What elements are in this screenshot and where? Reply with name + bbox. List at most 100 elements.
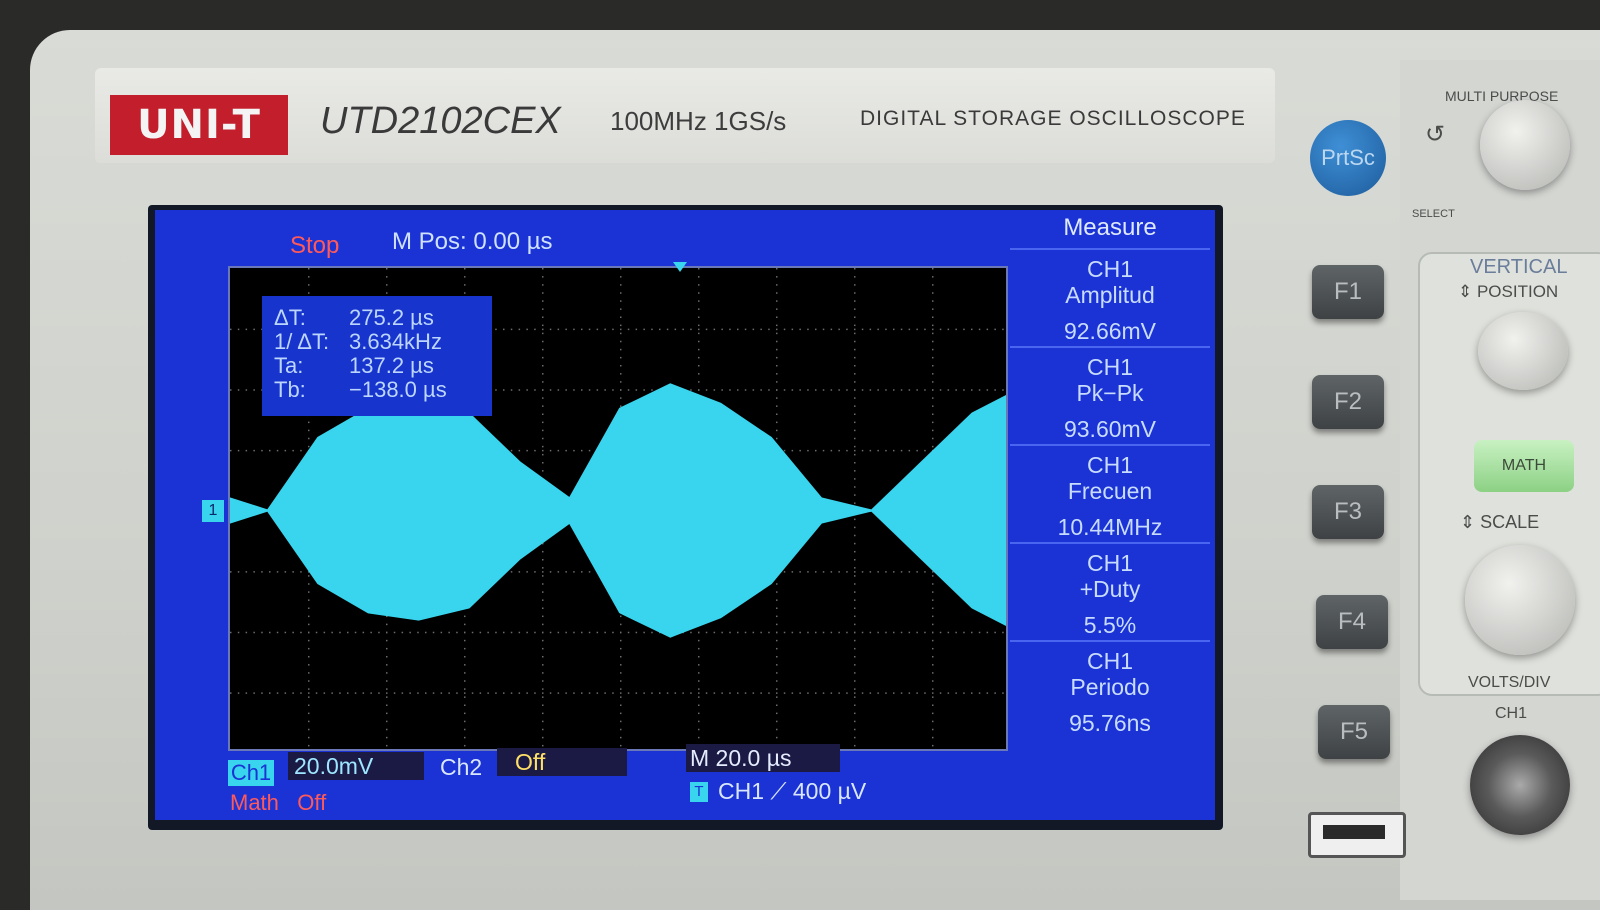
grid-dot — [776, 713, 778, 715]
grid-dot — [698, 688, 700, 690]
grid-dot — [698, 317, 700, 319]
grid-dot — [433, 692, 435, 694]
grid-dot — [698, 276, 700, 278]
grid-dot — [308, 430, 310, 432]
grid-dot — [776, 438, 778, 440]
grid-dot — [698, 381, 700, 383]
volts-div-knob[interactable] — [1465, 545, 1575, 655]
grid-dot — [308, 737, 310, 739]
grid-dot — [932, 571, 934, 573]
grid-dot — [776, 692, 778, 694]
grid-dot — [932, 688, 934, 690]
grid-dot — [932, 705, 934, 707]
grid-dot — [573, 329, 575, 331]
grid-dot — [862, 692, 864, 694]
grid-dot — [464, 268, 466, 270]
grid-dot — [542, 450, 544, 452]
grid-dot — [854, 373, 856, 375]
grid-dot — [589, 692, 591, 694]
multi-purpose-knob[interactable] — [1480, 100, 1570, 190]
grid-dot — [955, 692, 957, 694]
measure-source: CH1 — [1010, 354, 1210, 380]
grid-dot — [542, 422, 544, 424]
grid-dot — [386, 664, 388, 666]
grid-dot — [768, 329, 770, 331]
grid-dot — [815, 692, 817, 694]
measure-value: 93.60mV — [1010, 416, 1210, 442]
grid-dot — [854, 341, 856, 343]
grid-dot — [877, 692, 879, 694]
grid-dot — [940, 389, 942, 391]
position-knob[interactable] — [1478, 312, 1568, 390]
grid-dot — [870, 632, 872, 634]
grid-dot — [308, 438, 310, 440]
grid-dot — [550, 632, 552, 634]
grid-dot — [386, 284, 388, 286]
grid-dot — [838, 692, 840, 694]
scale-label: ⇕ SCALE — [1460, 512, 1539, 533]
grid-dot — [558, 692, 560, 694]
grid-dot — [573, 450, 575, 452]
grid-dot — [776, 430, 778, 432]
grid-dot — [651, 389, 653, 391]
grid-dot — [932, 365, 934, 367]
grid-dot — [308, 696, 310, 698]
measure-source: CH1 — [1010, 256, 1210, 282]
grid-dot — [932, 721, 934, 723]
grid-dot — [776, 680, 778, 682]
grid-dot — [542, 688, 544, 690]
grid-dot — [550, 389, 552, 391]
f4-button[interactable]: F4 — [1316, 595, 1388, 649]
grid-dot — [815, 632, 817, 634]
grid-dot — [409, 632, 411, 634]
grid-dot — [854, 397, 856, 399]
grid-dot — [932, 341, 934, 343]
grid-dot — [854, 737, 856, 739]
timebase: M 20.0 µs — [686, 744, 840, 772]
grid-dot — [948, 389, 950, 391]
grid-dot — [870, 389, 872, 391]
grid-dot — [698, 680, 700, 682]
ch2-state: Off — [497, 748, 627, 776]
grid-dot — [355, 692, 357, 694]
grid-dot — [246, 450, 248, 452]
grid-dot — [784, 692, 786, 694]
ch1-bnc-connector[interactable] — [1470, 735, 1570, 835]
grid-dot — [542, 292, 544, 294]
grid-dot — [534, 571, 536, 573]
grid-dot — [542, 325, 544, 327]
grid-dot — [394, 632, 396, 634]
grid-dot — [776, 389, 778, 391]
grid-dot — [636, 389, 638, 391]
grid-dot — [292, 692, 294, 694]
grid-dot — [386, 276, 388, 278]
volts-div-label: VOLTS/DIV — [1468, 674, 1550, 692]
grid-dot — [542, 648, 544, 650]
prtsc-button[interactable]: PrtSc — [1310, 120, 1386, 196]
f1-button[interactable]: F1 — [1312, 265, 1384, 319]
grid-dot — [316, 632, 318, 634]
grid-dot — [464, 640, 466, 642]
grid-dot — [464, 616, 466, 618]
grid-dot — [238, 329, 240, 331]
grid-dot — [542, 599, 544, 601]
grid-dot — [620, 349, 622, 351]
grid-dot — [277, 632, 279, 634]
f2-button[interactable]: F2 — [1312, 375, 1384, 429]
grid-dot — [932, 696, 934, 698]
grid-dot — [620, 365, 622, 367]
grid-dot — [854, 414, 856, 416]
math-button[interactable]: MATH — [1474, 440, 1574, 492]
grid-dot — [854, 450, 856, 452]
grid-dot — [659, 329, 661, 331]
f5-button[interactable]: F5 — [1318, 705, 1390, 759]
f3-button[interactable]: F3 — [1312, 485, 1384, 539]
grid-dot — [558, 571, 560, 573]
grid-dot — [542, 624, 544, 626]
usb-port[interactable] — [1308, 812, 1406, 858]
grid-dot — [698, 268, 700, 270]
grid-dot — [924, 571, 926, 573]
grid-dot — [620, 692, 622, 694]
grid-dot — [823, 329, 825, 331]
grid-dot — [246, 692, 248, 694]
